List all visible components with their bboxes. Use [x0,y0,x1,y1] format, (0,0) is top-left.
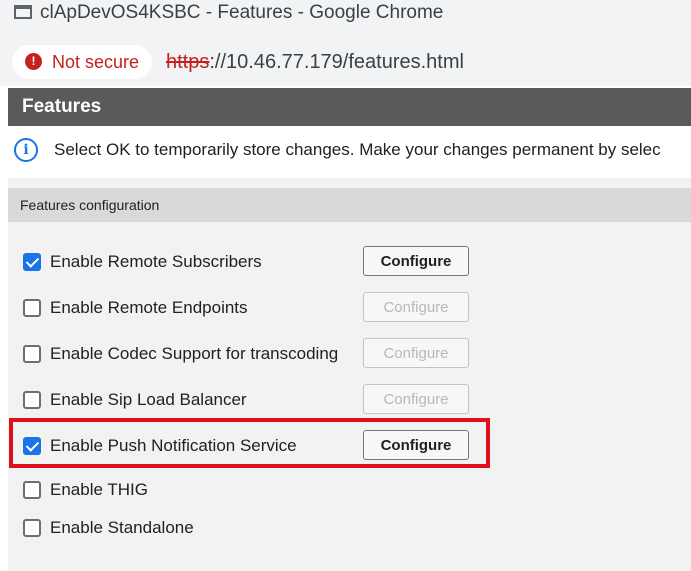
feature-row-codec-support: Enable Codec Support for transcoding Con… [8,338,691,370]
feature-label: Enable THIG [50,480,148,499]
url-field[interactable]: https://10.46.77.179/features.html [166,50,464,74]
url-scheme: https [166,51,210,73]
browser-titlebar: clApDevOS4KSBC - Features - Google Chrom… [0,0,691,32]
configure-sip-load-balancer-button: Configure [363,384,469,414]
window-title: clApDevOS4KSBC - Features - Google Chrom… [40,2,444,23]
configure-push-notification-button[interactable]: Configure [363,430,469,460]
section-header: Features configuration [8,188,691,222]
section-title: Features configuration [20,197,160,213]
feature-label: Enable Codec Support for transcoding [50,344,339,363]
standalone-checkbox[interactable] [23,519,41,537]
remote-subscribers-checkbox[interactable] [23,253,41,271]
feature-row-sip-load-balancer: Enable Sip Load Balancer Configure [8,384,691,416]
feature-label: Enable Standalone [50,518,194,537]
configure-remote-endpoints-button: Configure [363,292,469,322]
page-header: Features [8,88,691,126]
feature-label: Enable Sip Load Balancer [50,390,247,409]
sip-load-balancer-checkbox[interactable] [23,391,41,409]
info-message: Select OK to temporarily store changes. … [54,140,661,159]
page-title: Features [22,96,102,117]
feature-row-remote-subscribers: Enable Remote Subscribers Configure [8,246,691,278]
security-chip[interactable]: ! Not secure [12,45,152,79]
url-path: ://10.46.77.179/features.html [209,51,464,73]
warning-icon: ! [25,53,42,70]
configure-remote-subscribers-button[interactable]: Configure [363,246,469,276]
thig-checkbox[interactable] [23,481,41,499]
window-icon [14,5,32,19]
feature-label: Enable Remote Endpoints [50,298,248,317]
codec-support-checkbox[interactable] [23,345,41,363]
feature-row-push-notification: Enable Push Notification Service Configu… [8,430,691,462]
security-label: Not secure [52,52,140,72]
feature-row-thig: Enable THIG [8,476,691,506]
info-icon: i [14,138,38,162]
feature-row-standalone: Enable Standalone [8,514,691,544]
feature-label: Enable Push Notification Service [50,436,297,455]
address-bar: ! Not secure https://10.46.77.179/featur… [0,32,691,86]
feature-label: Enable Remote Subscribers [50,252,262,271]
features-panel: Features configuration Enable Remote Sub… [8,178,691,571]
configure-codec-support-button: Configure [363,338,469,368]
feature-row-remote-endpoints: Enable Remote Endpoints Configure [8,292,691,324]
push-notification-checkbox[interactable] [23,437,41,455]
info-bar: i Select OK to temporarily store changes… [8,128,691,178]
remote-endpoints-checkbox[interactable] [23,299,41,317]
